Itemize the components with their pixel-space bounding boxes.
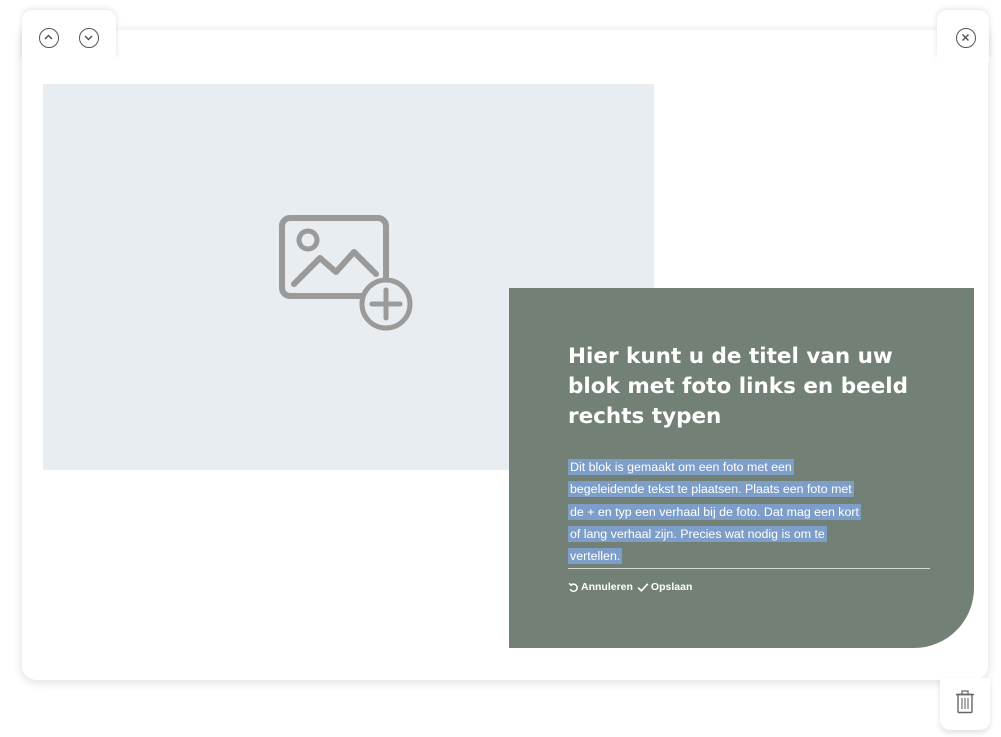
cancel-label: Annuleren xyxy=(581,581,633,593)
image-add-icon xyxy=(279,215,413,331)
body-line: begeleidende tekst te plaatsen. Plaats e… xyxy=(568,481,854,498)
undo-icon xyxy=(568,582,578,592)
chevron-down-icon xyxy=(84,35,93,41)
body-line: vertellen. xyxy=(568,548,623,565)
block-body-editor[interactable]: Dit blok is gemaakt om een foto met een … xyxy=(568,456,930,570)
trash-icon xyxy=(956,690,974,714)
block-title[interactable]: Hier kunt u de titel van uw blok met fot… xyxy=(568,342,948,432)
move-down-button[interactable] xyxy=(79,28,99,48)
save-label: Opslaan xyxy=(650,581,693,593)
body-line: de + en typ een verhaal bij de foto. Dat… xyxy=(568,503,861,520)
chevron-up-icon xyxy=(44,34,53,40)
body-line: of lang verhaal zijn. Precies wat nodig … xyxy=(568,525,827,542)
close-button[interactable] xyxy=(956,28,976,48)
move-up-button[interactable] xyxy=(39,28,59,48)
close-icon xyxy=(962,34,969,41)
checkmark-icon xyxy=(637,582,649,592)
edit-actions: Annuleren Opslaan xyxy=(568,581,692,593)
cancel-button[interactable]: Annuleren xyxy=(568,581,633,593)
delete-block-button[interactable] xyxy=(940,678,990,730)
editor-stage: Hier kunt u de titel van uw blok met fot… xyxy=(0,0,1001,737)
body-line: Dit blok is gemaakt om een foto met een xyxy=(568,459,794,475)
text-block-panel: Hier kunt u de titel van uw blok met fot… xyxy=(509,288,974,648)
save-button[interactable]: Opslaan xyxy=(637,581,692,593)
